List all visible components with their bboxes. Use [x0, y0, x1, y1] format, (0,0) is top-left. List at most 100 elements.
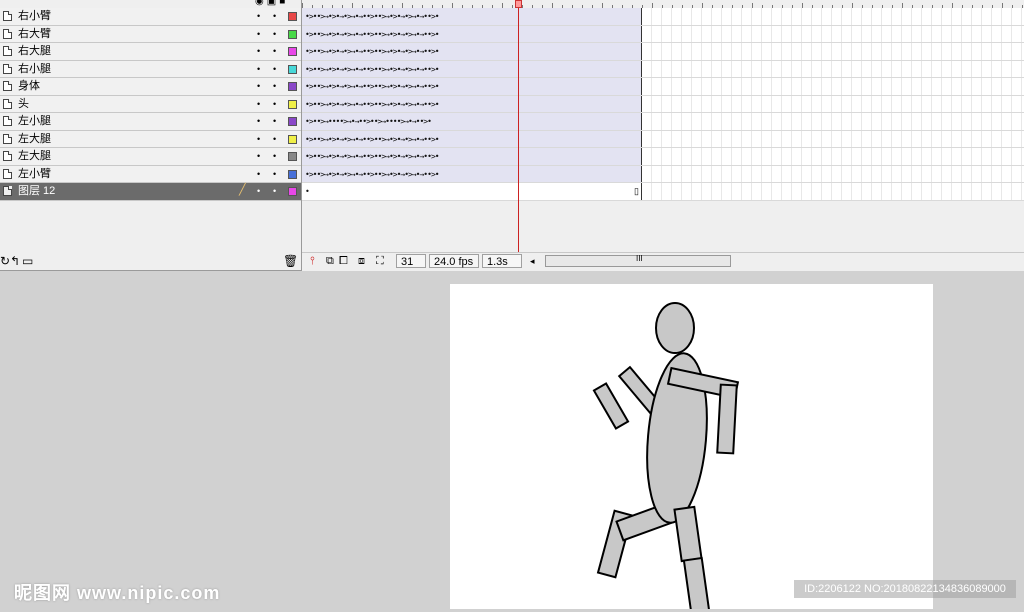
layer-row[interactable]: 右大臂 • • [0, 25, 301, 43]
lock-dot-icon[interactable]: • [273, 45, 276, 58]
layer-color-swatch[interactable] [288, 99, 297, 109]
layer-color-swatch[interactable] [288, 152, 297, 161]
figure-front-shin[interactable] [682, 556, 712, 612]
lock-icon[interactable]: ▣ [267, 0, 279, 7]
frame-row[interactable]: •>••>→•>•→•>→•→••>••>→•>•→•>→•→••>• [302, 165, 1024, 183]
layer-row[interactable]: 图层 12 ╱ • • [0, 183, 301, 201]
frame-row[interactable]: •>••>→•>•→•>→•→••>••>→•>•→•>→•→••>• [302, 60, 1024, 78]
center-frame-icon[interactable]: ⫯ [310, 255, 315, 268]
onion-skin-icon[interactable]: ⧉ [326, 255, 334, 268]
trash-icon[interactable]: 🗑 [283, 254, 298, 268]
edit-multiple-frames-icon[interactable]: ⧈ [358, 255, 365, 268]
playhead-marker[interactable] [515, 0, 522, 8]
horizontal-scrollbar[interactable]: III [545, 254, 731, 267]
frame-span[interactable]: •>••>→•>•→•>→•→••>••>→•>•→•>→•→••>• [302, 60, 642, 77]
empty-frames[interactable] [642, 95, 1024, 112]
frame-row[interactable]: •>••>→•>•→•>→•→••>••>→•>•→•>→•→••>• [302, 43, 1024, 61]
lock-dot-icon[interactable]: • [273, 168, 276, 181]
layer-color-swatch[interactable] [288, 64, 297, 74]
layer-row[interactable]: 左大腿 • • [0, 130, 301, 148]
frame-span[interactable]: •>••>→•>•→•>→•→••>••>→•>•→•>→•→••>• [302, 43, 642, 60]
visibility-dot-icon[interactable]: • [257, 168, 260, 181]
keyframe-sequence[interactable]: •>••>→••••>→•→••>••>→••••>→•→••>• [305, 115, 432, 128]
figure-back-forearm[interactable] [592, 382, 630, 430]
frame-span[interactable]: •>••>→•>•→•>→•→••>••>→•>•→•>→•→••>• [302, 8, 642, 25]
lock-dot-icon[interactable]: • [273, 185, 276, 198]
end-frame-marker[interactable]: ▯ [634, 185, 639, 198]
layer-color-swatch[interactable] [288, 169, 297, 179]
figure-front-forearm[interactable] [716, 383, 738, 455]
add-layer-icon[interactable]: ↻ [0, 254, 10, 268]
layer-row[interactable]: 左小腿 • • [0, 113, 301, 131]
visibility-dot-icon[interactable]: • [257, 150, 260, 163]
empty-frames[interactable] [642, 78, 1024, 95]
layer-color-swatch[interactable] [288, 187, 297, 196]
figure-head[interactable] [655, 302, 695, 354]
frame-row[interactable]: •>••>→•>•→•>→•→••>••>→•>•→•>→•→••>• [302, 95, 1024, 113]
empty-frames[interactable] [642, 60, 1024, 77]
layer-row[interactable]: 右大腿 • • [0, 43, 301, 61]
keyframe-sequence[interactable]: • [305, 185, 310, 198]
layer-row[interactable]: 左大腿 • • [0, 148, 301, 166]
visibility-dot-icon[interactable]: • [257, 98, 260, 111]
empty-frames[interactable] [642, 148, 1024, 165]
visibility-dot-icon[interactable]: • [257, 185, 260, 198]
stick-figure-drawing[interactable] [450, 284, 933, 612]
visibility-dot-icon[interactable]: • [257, 63, 260, 76]
keyframe-sequence[interactable]: •>••>→•>•→•>→•→••>••>→•>•→•>→•→••>• [305, 63, 440, 76]
empty-frames[interactable] [642, 130, 1024, 147]
keyframe-sequence[interactable]: •>••>→•>•→•>→•→••>••>→•>•→•>→•→••>• [305, 133, 440, 146]
empty-frames[interactable] [642, 113, 1024, 130]
layer-row[interactable]: 左小臂 • • [0, 165, 301, 183]
eye-icon[interactable]: ◉ [255, 0, 267, 7]
frame-span[interactable]: •>••>→•>•→•>→•→••>••>→•>•→•>→•→••>• [302, 148, 642, 165]
layer-color-swatch[interactable] [288, 47, 297, 56]
frame-span[interactable]: •>••>→•>•→•>→•→••>••>→•>•→•>→•→••>• [302, 78, 642, 95]
empty-frames[interactable] [642, 183, 1024, 200]
frame-span[interactable]: •>••>→•>•→•>→•→••>••>→•>•→•>→•→••>• [302, 95, 642, 112]
scroll-grip[interactable]: III [636, 254, 643, 263]
layer-row[interactable]: 右小臂 • • [0, 8, 301, 26]
frame-row[interactable]: •>••>→•>•→•>→•→••>••>→•>•→•>→•→••>• [302, 8, 1024, 26]
frame-row[interactable]: •>••>→••••>→•→••>••>→••••>→•→••>• [302, 113, 1024, 131]
frame-span[interactable]: •>••>→•>•→•>→•→••>••>→•>•→•>→•→••>• [302, 165, 642, 182]
frame-grid[interactable]: •>••>→•>•→•>→•→••>••>→•>•→•>→•→••>• •>••>… [302, 8, 1024, 202]
figure-front-thigh[interactable] [673, 505, 703, 563]
layer-row[interactable]: 右小腿 • • [0, 60, 301, 78]
layer-color-swatch[interactable] [288, 117, 297, 126]
layer-color-swatch[interactable] [288, 82, 297, 91]
frame-span[interactable]: •>••>→•>•→•>→•→••>••>→•>•→•>→•→••>• [302, 130, 642, 147]
visibility-dot-icon[interactable]: • [257, 10, 260, 23]
lock-dot-icon[interactable]: • [273, 133, 276, 146]
layer-color-swatch[interactable] [288, 134, 297, 144]
visibility-dot-icon[interactable]: • [257, 133, 260, 146]
empty-frames[interactable] [642, 8, 1024, 25]
frame-row[interactable]: •>••>→•>•→•>→•→••>••>→•>•→•>→•→••>• [302, 130, 1024, 148]
visibility-dot-icon[interactable]: • [257, 80, 260, 93]
frame-row[interactable]: • ▯ [302, 183, 1024, 201]
lock-dot-icon[interactable]: • [273, 63, 276, 76]
outline-icon[interactable]: ■ [279, 0, 288, 7]
frame-span[interactable]: •>••>→•>•→•>→•→••>••>→•>•→•>→•→••>• [302, 25, 642, 42]
keyframe-sequence[interactable]: •>••>→•>•→•>→•→••>••>→•>•→•>→•→••>• [305, 45, 440, 58]
lock-dot-icon[interactable]: • [273, 150, 276, 163]
empty-frames[interactable] [642, 43, 1024, 60]
stage-canvas[interactable] [450, 284, 933, 612]
keyframe-sequence[interactable]: •>••>→•>•→•>→•→••>••>→•>•→•>→•→••>• [305, 150, 440, 163]
lock-dot-icon[interactable]: • [273, 10, 276, 23]
frame-row[interactable]: •>••>→•>•→•>→•→••>••>→•>•→•>→•→••>• [302, 78, 1024, 96]
layer-color-swatch[interactable] [288, 12, 297, 21]
visibility-dot-icon[interactable]: • [257, 115, 260, 128]
empty-frames[interactable] [642, 25, 1024, 42]
insert-folder-icon[interactable]: ▭ [22, 254, 33, 268]
frame-rate[interactable]: 24.0 fps [429, 254, 479, 268]
frame-row[interactable]: •>••>→•>•→•>→•→••>••>→•>•→•>→•→••>• [302, 148, 1024, 166]
keyframe-sequence[interactable]: •>••>→•>•→•>→•→••>••>→•>•→•>→•→••>• [305, 80, 440, 93]
lock-dot-icon[interactable]: • [273, 80, 276, 93]
layer-color-swatch[interactable] [288, 29, 297, 39]
frame-span[interactable]: •>••>→••••>→•→••>••>→••••>→•→••>• [302, 113, 642, 130]
keyframe-sequence[interactable]: •>••>→•>•→•>→•→••>••>→•>•→•>→•→••>• [305, 28, 440, 41]
modify-onion-markers-icon[interactable]: ⛶ [376, 255, 384, 268]
keyframe-sequence[interactable]: •>••>→•>•→•>→•→••>••>→•>•→•>→•→••>• [305, 10, 440, 23]
scroll-left-arrow[interactable]: ◂ [530, 254, 535, 268]
